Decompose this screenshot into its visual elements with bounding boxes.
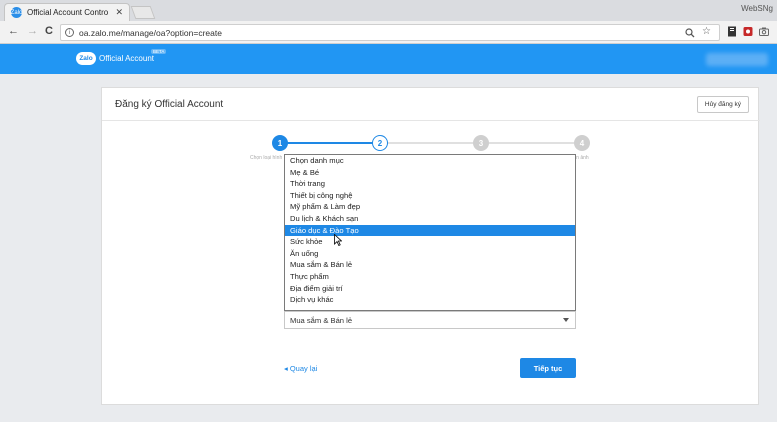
browser-tab[interactable]: Zalo Official Account Contro ✕ bbox=[4, 3, 130, 21]
dropdown-option[interactable]: Dịch vụ khác bbox=[285, 294, 575, 306]
camera-extension-icon[interactable] bbox=[759, 26, 769, 37]
dropdown-option[interactable]: Địa điểm giải trí bbox=[285, 283, 575, 295]
step-1-label: Chọn loại hình bbox=[250, 155, 283, 161]
book-extension-icon[interactable] bbox=[727, 26, 737, 37]
divider bbox=[102, 120, 760, 121]
info-icon[interactable]: i bbox=[65, 28, 74, 37]
category-select[interactable]: Mua sắm & Bán lẻ bbox=[284, 311, 576, 329]
forward-arrow-icon[interactable]: → bbox=[27, 25, 38, 37]
dropdown-option[interactable]: Thực phẩm bbox=[285, 271, 575, 283]
dropdown-option[interactable]: Mỹ phẩm & Làm đẹp bbox=[285, 201, 575, 213]
site-header: Zalo Official Account BETA bbox=[0, 44, 777, 74]
tab-title: Official Account Contro bbox=[27, 8, 109, 17]
beta-badge: BETA bbox=[151, 49, 167, 54]
dropdown-option[interactable]: Chọn danh mục bbox=[285, 155, 575, 167]
window-label: WebSNg bbox=[741, 4, 773, 13]
close-tab-icon[interactable]: ✕ bbox=[115, 7, 123, 18]
chevron-down-icon bbox=[563, 318, 569, 322]
step-connector-done bbox=[287, 142, 382, 144]
step-1-indicator: 1 bbox=[272, 135, 288, 151]
dropdown-option[interactable]: Du lịch & Khách sạn bbox=[285, 213, 575, 225]
category-dropdown-list[interactable]: Chọn danh mục Mẹ & Bé Thời trang Thiết bị c… bbox=[284, 154, 576, 311]
zalo-favicon-icon: Zalo bbox=[11, 7, 22, 18]
zoom-icon[interactable] bbox=[685, 28, 695, 38]
dropdown-option[interactable]: Ăn uống bbox=[285, 248, 575, 260]
page-title: Đăng ký Official Account bbox=[115, 99, 224, 110]
dropdown-option[interactable]: Sức khỏe bbox=[285, 236, 575, 248]
new-tab-button[interactable] bbox=[130, 6, 156, 19]
back-link[interactable]: ◂ Quay lại bbox=[284, 364, 317, 373]
star-icon[interactable]: ☆ bbox=[702, 26, 711, 37]
cancel-registration-button[interactable]: Hủy đăng ký bbox=[697, 96, 749, 113]
browser-toolbar: ← → C i oa.zalo.me/manage/oa?option=crea… bbox=[0, 21, 777, 44]
browser-tab-bar: Zalo Official Account Contro ✕ WebSNg bbox=[0, 0, 777, 21]
reload-icon[interactable]: C bbox=[45, 25, 53, 37]
step-2-indicator: 2 bbox=[372, 135, 388, 151]
account-menu[interactable] bbox=[706, 53, 768, 66]
back-arrow-icon[interactable]: ← bbox=[8, 25, 19, 37]
step-4-indicator: 4 bbox=[574, 135, 590, 151]
brand-name: Official Account bbox=[99, 54, 154, 63]
dropdown-option[interactable]: Mua sắm & Bán lẻ bbox=[285, 259, 575, 271]
dropdown-option[interactable]: Thiết bị công nghệ bbox=[285, 190, 575, 202]
record-extension-icon[interactable] bbox=[743, 26, 753, 37]
category-select-value: Mua sắm & Bán lẻ bbox=[290, 315, 353, 325]
url-text: oa.zalo.me/manage/oa?option=create bbox=[79, 27, 222, 38]
zalo-logo[interactable]: Zalo bbox=[76, 52, 96, 65]
dropdown-option[interactable]: Mẹ & Bé bbox=[285, 167, 575, 179]
step-3-indicator: 3 bbox=[473, 135, 489, 151]
dropdown-option[interactable]: Thời trang bbox=[285, 178, 575, 190]
mouse-cursor-icon bbox=[334, 234, 342, 246]
continue-button[interactable]: Tiếp tục bbox=[520, 358, 576, 378]
dropdown-option[interactable]: Giáo dục & Đào Tạo bbox=[285, 224, 575, 237]
address-bar[interactable]: i oa.zalo.me/manage/oa?option=create ☆ bbox=[60, 24, 720, 41]
